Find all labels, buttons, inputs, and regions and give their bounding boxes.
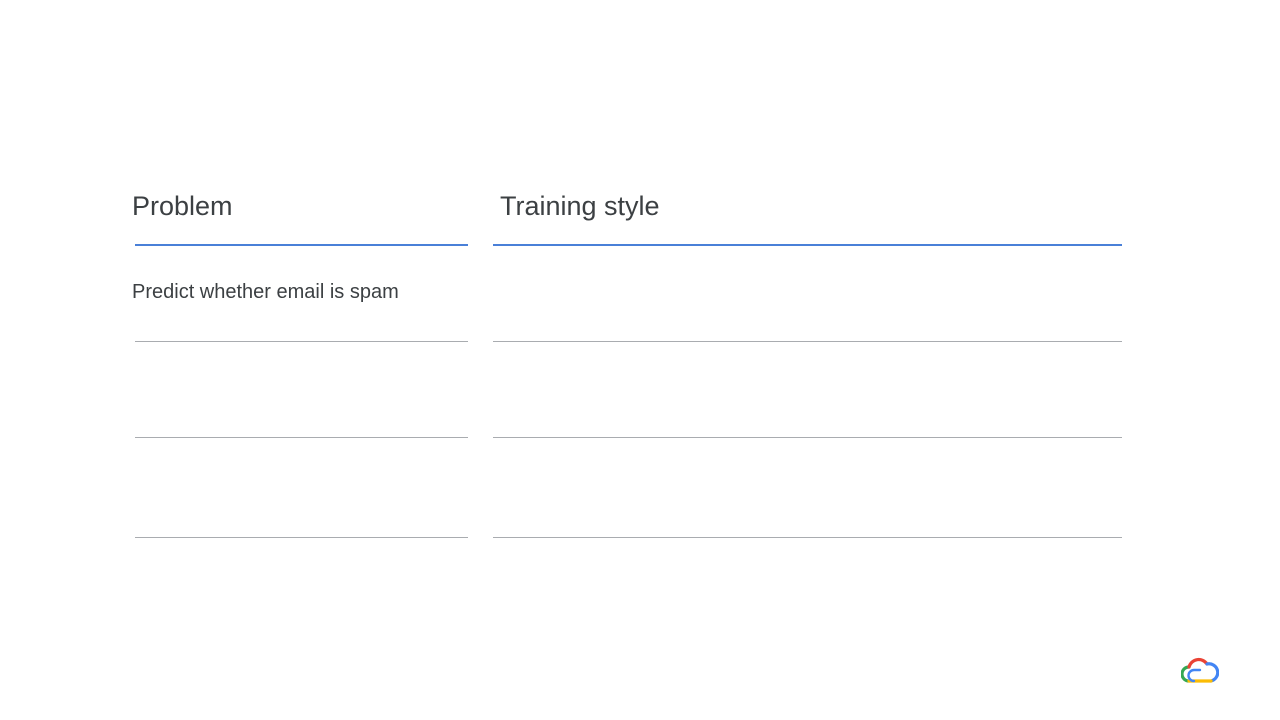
row-2-rule-problem [135, 437, 468, 438]
row-1-rule-problem [135, 341, 468, 342]
slide: Problem Training style Predict whether e… [0, 0, 1280, 720]
row-3-rule-training-style [493, 537, 1122, 538]
google-cloud-logo-icon [1180, 657, 1220, 687]
row-1-rule-training-style [493, 341, 1122, 342]
column-header-problem: Problem [132, 191, 233, 221]
row-3-rule-problem [135, 537, 468, 538]
column-header-training-style: Training style [500, 191, 660, 221]
header-rule-training-style [493, 244, 1122, 246]
row-1-problem-cell: Predict whether email is spam [132, 281, 399, 303]
row-2-rule-training-style [493, 437, 1122, 438]
header-rule-problem [135, 244, 468, 246]
